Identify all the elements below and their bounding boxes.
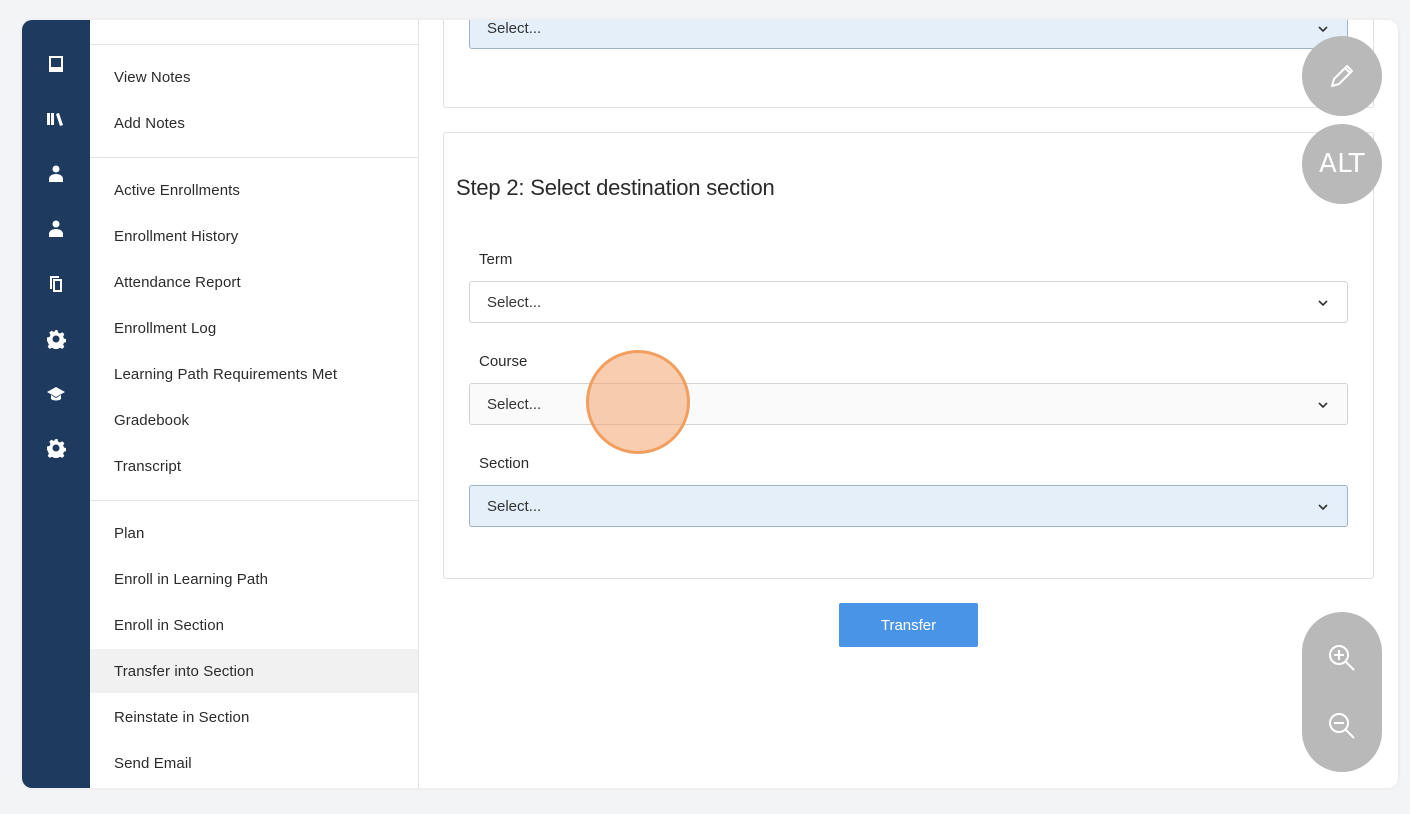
- edit-button[interactable]: [1302, 36, 1382, 116]
- main-content: Select... Step 2: Select destination sec…: [418, 20, 1398, 788]
- alt-label: ALT: [1318, 149, 1366, 179]
- chevron-down-icon: [1317, 22, 1329, 34]
- subnav-item-reinstate-section[interactable]: Reinstate in Section: [90, 695, 418, 739]
- select-value: Select...: [487, 497, 542, 515]
- pencil-icon: [1331, 65, 1353, 87]
- user-badge-icon[interactable]: [44, 162, 68, 186]
- chevron-down-icon: [1317, 398, 1329, 410]
- step2-card: Step 2: Select destination section Term …: [443, 132, 1374, 579]
- graduation-cap-icon[interactable]: [44, 382, 68, 406]
- divider: [90, 500, 418, 501]
- subnav-item-attendance-report[interactable]: Attendance Report: [90, 260, 418, 304]
- subnav-item-add-notes[interactable]: Add Notes: [90, 101, 418, 145]
- select-value: Select...: [487, 20, 542, 37]
- zoom-out-icon[interactable]: [1326, 710, 1358, 742]
- zoom-in-icon[interactable]: [1326, 642, 1358, 674]
- icon-rail: [22, 20, 90, 788]
- term-select[interactable]: Select...: [469, 281, 1348, 323]
- user-badge-icon[interactable]: [44, 217, 68, 241]
- subnav-item-send-email[interactable]: Send Email: [90, 741, 418, 785]
- section-select[interactable]: Select...: [469, 485, 1348, 527]
- subnav-item-active-enrollments[interactable]: Active Enrollments: [90, 168, 418, 212]
- subnav-item-enroll-section[interactable]: Enroll in Section: [90, 603, 418, 647]
- transfer-button[interactable]: Transfer: [839, 603, 978, 647]
- chevron-down-icon: [1317, 296, 1329, 308]
- subnav-item-gradebook[interactable]: Gradebook: [90, 398, 418, 442]
- divider: [90, 44, 418, 45]
- zoom-controls: [1302, 612, 1382, 772]
- alt-text-button[interactable]: ALT: [1302, 124, 1382, 204]
- sub-navigation: View Notes Add Notes Active Enrollments …: [90, 20, 419, 788]
- chevron-down-icon: [1317, 500, 1329, 512]
- select-value: Select...: [487, 395, 542, 413]
- library-icon[interactable]: [44, 107, 68, 131]
- subnav-item-view-notes[interactable]: View Notes: [90, 55, 418, 99]
- book-icon[interactable]: [44, 52, 68, 76]
- term-label: Term: [479, 251, 513, 268]
- step1-select[interactable]: Select...: [469, 20, 1348, 49]
- app-frame: View Notes Add Notes Active Enrollments …: [22, 20, 1398, 788]
- subnav-item-enroll-learning-path[interactable]: Enroll in Learning Path: [90, 557, 418, 601]
- course-label: Course: [479, 353, 528, 370]
- select-value: Select...: [487, 293, 542, 311]
- copy-icon[interactable]: [44, 272, 68, 296]
- subnav-item-transcript[interactable]: Transcript: [90, 444, 418, 488]
- step1-card: Select...: [443, 20, 1374, 108]
- divider: [90, 157, 418, 158]
- subnav-item-transfer-into-section[interactable]: Transfer into Section: [90, 649, 418, 693]
- subnav-item-plan[interactable]: Plan: [90, 511, 418, 555]
- section-label: Section: [479, 455, 530, 472]
- subnav-item-enrollment-log[interactable]: Enrollment Log: [90, 306, 418, 350]
- gear-icon[interactable]: [44, 327, 68, 351]
- gear-icon[interactable]: [44, 436, 68, 460]
- click-indicator: [586, 350, 690, 454]
- subnav-item-enrollment-history[interactable]: Enrollment History: [90, 214, 418, 258]
- subnav-item-learning-path-requirements[interactable]: Learning Path Requirements Met: [90, 352, 418, 396]
- step2-title: Step 2: Select destination section: [456, 175, 775, 200]
